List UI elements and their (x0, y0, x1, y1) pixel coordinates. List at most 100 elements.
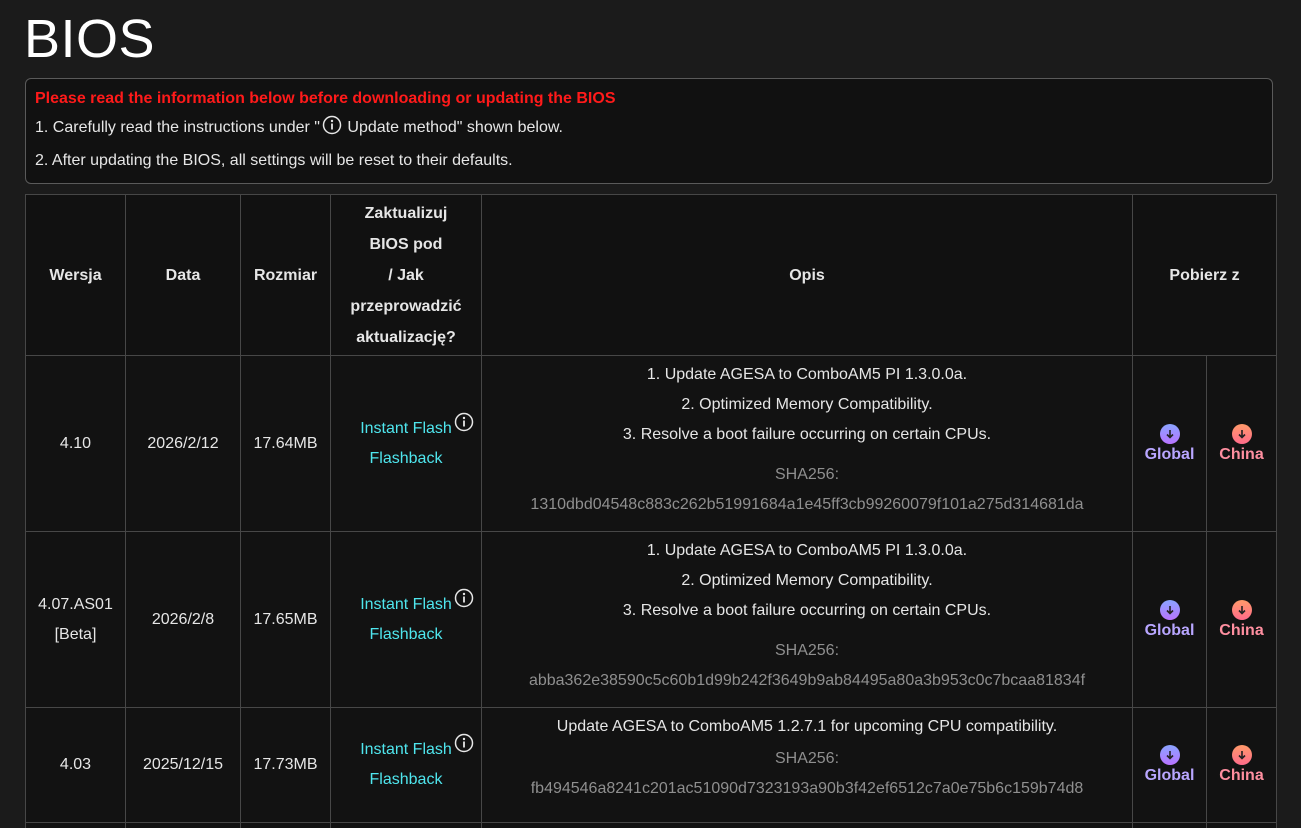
description-line: 1. Update AGESA to ComboAM5 PI 1.3.0.0a. (646, 366, 968, 383)
header-update-method: Zaktualizuj BIOS pod / Jak przeprowadzić… (330, 194, 482, 356)
header-size: Rozmiar (240, 194, 331, 356)
download-china-label: China (1219, 767, 1264, 784)
description-line: 3. Resolve a boot failure occurring on c… (622, 602, 992, 619)
date-cell: 2026/2/12 (125, 355, 241, 532)
info-icon[interactable] (322, 115, 342, 146)
sha-label: SHA256: (774, 642, 840, 659)
description-cell: 1. Update AGESA to ComboAM5 PI 1.3.0.0a.… (481, 531, 1133, 708)
info-icon[interactable] (454, 733, 474, 758)
download-global-label: Global (1144, 621, 1195, 639)
header-update-line: aktualizację? (356, 328, 456, 346)
sha-value: 1310dbd04548c883c262b51991684a1e45ff3cb9… (530, 496, 1084, 513)
bios-page: BIOS Please read the information below b… (0, 0, 1301, 828)
download-china-cell: China (1205, 707, 1278, 823)
version-cell: 4.10 (25, 355, 126, 532)
version-cell: 4.07.AS01 [Beta] (25, 531, 126, 708)
download-china-button[interactable]: China (1219, 599, 1264, 640)
size-cell (240, 822, 331, 828)
download-arrow-icon (1159, 423, 1180, 444)
header-date: Data (125, 194, 241, 356)
header-update-line: BIOS pod (369, 235, 443, 253)
description-line: 2. Optimized Memory Compatibility. (681, 396, 933, 413)
sha-value: abba362e38590c5c60b1d99b242f3649b9ab8449… (528, 672, 1086, 689)
instant-flash-link[interactable]: Instant Flash (360, 596, 452, 613)
sha-value: fb494546a8241c201ac51090d7323193a90b3f42… (530, 780, 1084, 797)
method-cell: Instant Flash Flashback (330, 707, 482, 823)
download-china-label: China (1219, 621, 1264, 639)
instant-flash-wrap: Instant Flash (360, 733, 474, 765)
page-title: BIOS (24, 9, 156, 69)
table-row (25, 822, 1278, 828)
instant-flash-link[interactable]: Instant Flash (360, 741, 452, 758)
table-row: 4.07.AS01 [Beta] 2026/2/8 17.65MB Instan… (25, 531, 1278, 708)
version-text: 4.07.AS01 (38, 595, 113, 613)
download-china-cell (1205, 822, 1278, 828)
method-cell: Instant Flash Flashback (330, 531, 482, 708)
date-cell (125, 822, 241, 828)
download-arrow-icon (1159, 599, 1180, 620)
header-update-line: przeprowadzić (350, 297, 462, 315)
table-row: 4.03 2025/12/15 17.73MB Instant Flash Fl… (25, 707, 1278, 823)
method-cell (330, 822, 482, 828)
description-line: Update AGESA to ComboAM5 1.2.7.1 for upc… (556, 718, 1058, 735)
header-update-line: Zaktualizuj (364, 204, 448, 222)
size-cell: 17.64MB (240, 355, 331, 532)
bios-table: Wersja Data Rozmiar Zaktualizuj BIOS pod… (25, 194, 1278, 828)
version-cell: 4.03 (25, 707, 126, 823)
version-cell (25, 822, 126, 828)
version-text: 4.03 (59, 756, 92, 773)
download-global-label: Global (1144, 767, 1195, 784)
description-line: 3. Resolve a boot failure occurring on c… (622, 426, 992, 443)
flashback-link[interactable]: Flashback (370, 771, 443, 788)
info-icon[interactable] (454, 588, 474, 613)
download-arrow-icon (1231, 745, 1252, 765)
method-cell: Instant Flash Flashback (330, 355, 482, 532)
sha-label: SHA256: (774, 750, 840, 767)
instant-flash-link[interactable]: Instant Flash (360, 420, 452, 437)
description-cell: 1. Update AGESA to ComboAM5 PI 1.3.0.0a.… (481, 355, 1133, 532)
notice-warning: Please read the information below before… (35, 90, 616, 107)
notice-line-1-end: Update method" shown below. (342, 119, 563, 136)
download-china-button[interactable]: China (1219, 745, 1264, 785)
header-description: Opis (481, 194, 1133, 356)
notice-line-1-start: 1. Carefully read the instructions under… (35, 119, 320, 136)
header-download: Pobierz z (1131, 194, 1278, 356)
flashback-link[interactable]: Flashback (370, 450, 443, 467)
instant-flash-wrap: Instant Flash (360, 588, 474, 620)
header-update-line: / Jak (388, 266, 424, 284)
download-china-label: China (1219, 445, 1264, 463)
notice-line-2: 2. After updating the BIOS, all settings… (35, 152, 513, 169)
download-china-button[interactable]: China (1219, 423, 1264, 464)
download-global-button[interactable]: Global (1144, 745, 1195, 785)
download-global-cell: Global (1132, 707, 1207, 823)
download-arrow-icon (1159, 745, 1180, 765)
description-cell: Update AGESA to ComboAM5 1.2.7.1 for upc… (481, 707, 1133, 823)
download-global-cell (1132, 822, 1207, 828)
notice-box: Please read the information below before… (25, 78, 1273, 184)
download-global-cell: Global (1132, 531, 1207, 708)
flashback-link[interactable]: Flashback (370, 626, 443, 643)
download-global-cell: Global (1132, 355, 1207, 532)
description-line: 2. Optimized Memory Compatibility. (681, 572, 933, 589)
download-arrow-icon (1231, 599, 1252, 620)
sha-label: SHA256: (774, 466, 840, 483)
date-cell: 2025/12/15 (125, 707, 241, 823)
notice-line-1: 1. Carefully read the instructions under… (35, 113, 1263, 146)
download-global-button[interactable]: Global (1144, 599, 1195, 640)
description-cell (481, 822, 1133, 828)
version-text: 4.10 (59, 434, 92, 452)
download-arrow-icon (1231, 423, 1252, 444)
download-china-cell: China (1205, 531, 1278, 708)
table-row: 4.10 2026/2/12 17.64MB Instant Flash Fla… (25, 355, 1278, 532)
date-cell: 2026/2/8 (125, 531, 241, 708)
info-icon[interactable] (454, 412, 474, 437)
header-version: Wersja (25, 194, 126, 356)
download-china-cell: China (1205, 355, 1278, 532)
download-global-label: Global (1144, 445, 1195, 463)
download-global-button[interactable]: Global (1144, 423, 1195, 464)
size-cell: 17.65MB (240, 531, 331, 708)
description-line: 1. Update AGESA to ComboAM5 PI 1.3.0.0a. (646, 542, 968, 559)
version-tag: [Beta] (54, 625, 97, 643)
instant-flash-wrap: Instant Flash (360, 412, 474, 444)
size-cell: 17.73MB (240, 707, 331, 823)
